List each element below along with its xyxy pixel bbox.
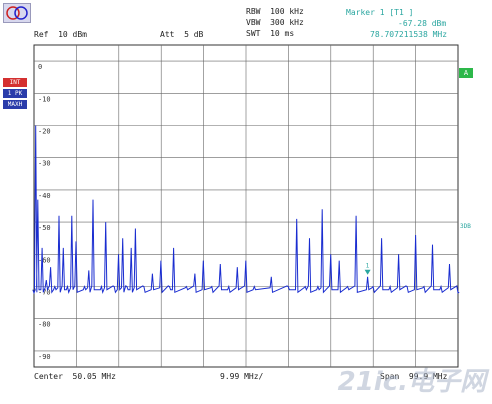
y-tick-label: -90 <box>38 353 51 361</box>
center-readout: Center 50.05 MHz <box>34 372 116 381</box>
y-tick-label: -20 <box>38 128 51 136</box>
center-label: Center <box>34 372 63 381</box>
marker-label: 1 <box>366 263 370 270</box>
marker-1: 1 <box>364 263 371 275</box>
spectrum-plot: 0-10-20-30-40-50-60-70-80-90 1 <box>32 44 460 368</box>
marker-triangle-icon <box>364 269 371 275</box>
y-tick-label: -50 <box>38 224 51 232</box>
center-value: 50.05 MHz <box>72 372 116 381</box>
division-readout: 9.99 MHz/ <box>220 372 264 381</box>
y-tick-label: -10 <box>38 95 51 103</box>
y-tick-label: 0 <box>38 63 42 71</box>
y-tick-label: -80 <box>38 321 51 329</box>
watermark: 21ic.电子网 <box>337 367 486 397</box>
y-tick-label: -40 <box>38 192 51 200</box>
y-tick-labels: 0-10-20-30-40-50-60-70-80-90 <box>38 63 51 361</box>
plot-grid <box>33 44 459 368</box>
y-tick-label: -60 <box>38 256 51 264</box>
y-tick-label: -30 <box>38 160 51 168</box>
